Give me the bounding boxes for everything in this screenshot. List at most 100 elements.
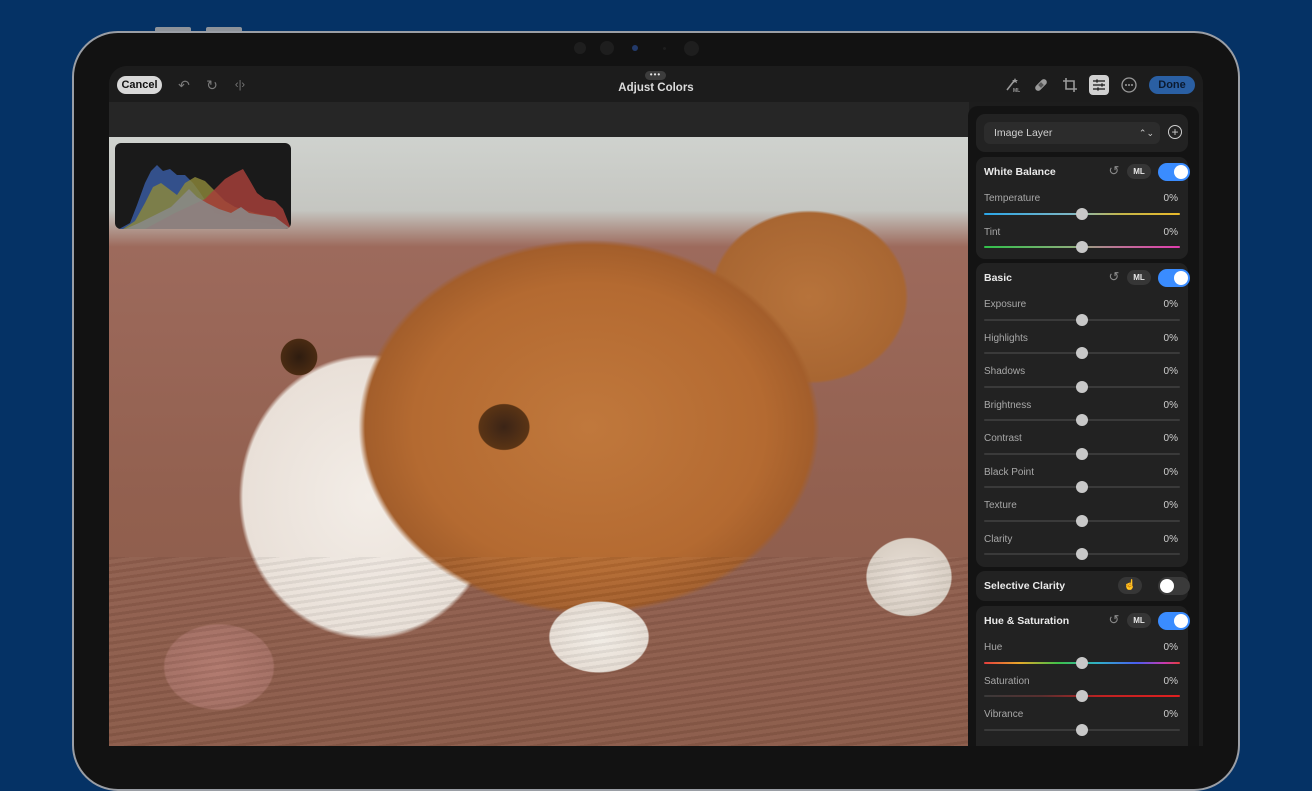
black-point-slider[interactable] (984, 481, 1180, 493)
svg-text:ML: ML (1013, 88, 1020, 94)
slider-label: Contrast (984, 433, 1022, 444)
slider-label: Hue (984, 642, 1003, 653)
slider-label: Highlights (984, 333, 1028, 344)
histogram (115, 143, 291, 229)
ml-button[interactable]: ML (1127, 164, 1151, 179)
bandage-repair-icon[interactable] (1031, 75, 1051, 95)
section-title: Selective Clarity (984, 580, 1066, 592)
compare-split-icon[interactable]: ‹|› (230, 75, 250, 95)
slider-value: 0% (1163, 366, 1178, 377)
toggle-knob (1174, 165, 1188, 179)
camera-indicator (632, 45, 638, 51)
slider-value: 0% (1163, 433, 1178, 444)
brightness-slider[interactable] (984, 414, 1180, 426)
adjustments-panel: Image Layer ⌃⌄ + White Balance ↺ ML Temp… (968, 106, 1199, 746)
slider-value: 0% (1163, 227, 1178, 238)
toggle-knob (1174, 614, 1188, 628)
section-selective-clarity: Selective Clarity ☝ (976, 571, 1190, 601)
slider-thumb[interactable] (1076, 657, 1088, 669)
slider-value: 0% (1163, 534, 1178, 545)
ml-button[interactable]: ML (1127, 613, 1151, 628)
section-title: Basic (984, 272, 1013, 284)
slider-value: 0% (1163, 676, 1178, 687)
reset-icon[interactable]: ↺ (1106, 269, 1122, 285)
layer-select-value: Image Layer (994, 127, 1053, 139)
camera-sensor (600, 41, 614, 55)
slider-label: Temperature (984, 193, 1041, 204)
slider-thumb[interactable] (1076, 690, 1088, 702)
section-toggle[interactable] (1158, 269, 1190, 287)
section-toggle[interactable] (1158, 577, 1190, 595)
shadows-slider[interactable] (984, 381, 1180, 393)
cancel-button[interactable]: Cancel (117, 76, 162, 94)
slider-thumb[interactable] (1076, 314, 1088, 326)
slider-thumb[interactable] (1076, 448, 1088, 460)
slider-value: 0% (1163, 467, 1178, 478)
undo-icon[interactable]: ↶ (174, 75, 194, 95)
contrast-slider[interactable] (984, 448, 1180, 460)
section-toggle[interactable] (1158, 163, 1190, 181)
slider-thumb[interactable] (1076, 724, 1088, 736)
reset-icon[interactable]: ↺ (1106, 163, 1122, 179)
done-button[interactable]: Done (1149, 76, 1195, 94)
crop-icon[interactable] (1060, 75, 1080, 95)
toggle-knob (1174, 271, 1188, 285)
slider-value: 0% (1163, 642, 1178, 653)
slider-value: 0% (1163, 500, 1178, 511)
slider-thumb[interactable] (1076, 548, 1088, 560)
slider-value: 0% (1163, 709, 1178, 720)
toolbar: Cancel ↶ ↻ ‹|› ••• Adjust Colors ML Done (109, 66, 1203, 102)
temperature-slider[interactable] (984, 208, 1180, 220)
highlights-slider[interactable] (984, 347, 1180, 359)
slider-label: Brightness (984, 400, 1032, 411)
slider-label: Vibrance (984, 709, 1024, 720)
app-screen: Cancel ↶ ↻ ‹|› ••• Adjust Colors ML Done (109, 66, 1203, 746)
camera-sensor (574, 42, 586, 54)
more-ellipsis-icon[interactable] (1119, 75, 1139, 95)
camera-sensor (663, 47, 666, 50)
layer-select[interactable]: Image Layer ⌃⌄ (984, 122, 1160, 144)
slider-thumb[interactable] (1076, 208, 1088, 220)
slider-label: Exposure (984, 299, 1027, 310)
slider-thumb[interactable] (1076, 414, 1088, 426)
reset-icon[interactable]: ↺ (1106, 612, 1122, 628)
magic-wand-ml-icon[interactable]: ML (1002, 75, 1022, 95)
slider-thumb[interactable] (1076, 347, 1088, 359)
camera-lens (684, 41, 699, 56)
section-hue-saturation: Hue & Saturation ↺ ML Hue 0% Saturation … (976, 606, 1190, 746)
page-title: Adjust Colors (618, 82, 694, 94)
histogram-graph (119, 165, 291, 229)
slider-value: 0% (1163, 333, 1178, 344)
section-basic: Basic ↺ ML Exposure 0% Highlights 0% Sha… (976, 263, 1190, 567)
revert-icon[interactable]: ↻ (202, 75, 222, 95)
slider-label: Shadows (984, 366, 1026, 377)
vibrance-slider[interactable] (984, 724, 1180, 736)
slider-thumb[interactable] (1076, 515, 1088, 527)
slider-value: 0% (1163, 299, 1178, 310)
texture-slider[interactable] (984, 515, 1180, 527)
grabber-handle[interactable]: ••• (645, 71, 666, 80)
slider-thumb[interactable] (1076, 481, 1088, 493)
tint-slider[interactable] (984, 241, 1180, 253)
saturation-slider[interactable] (984, 690, 1180, 702)
section-white-balance: White Balance ↺ ML Temperature 0% Tint 0… (976, 157, 1190, 259)
slider-thumb[interactable] (1076, 381, 1088, 393)
slider-value: 0% (1163, 400, 1178, 411)
adjust-sliders-icon[interactable] (1089, 75, 1109, 95)
exposure-slider[interactable] (984, 314, 1180, 326)
photo-texture (109, 557, 969, 746)
canvas-area (109, 102, 969, 746)
section-toggle[interactable] (1158, 612, 1190, 630)
slider-label: Saturation (984, 676, 1030, 687)
brush-hand-icon[interactable]: ☝ (1118, 577, 1142, 594)
slider-label: Black Point (984, 467, 1035, 478)
chevron-up-down-icon: ⌃⌄ (1138, 128, 1154, 138)
hue-slider[interactable] (984, 657, 1180, 669)
section-title: White Balance (984, 166, 1056, 178)
layer-card: Image Layer ⌃⌄ + (976, 114, 1188, 152)
slider-value: 0% (1163, 193, 1178, 204)
ml-button[interactable]: ML (1127, 270, 1151, 285)
clarity-slider[interactable] (984, 548, 1180, 560)
slider-thumb[interactable] (1076, 241, 1088, 253)
add-layer-icon[interactable]: + (1168, 125, 1182, 139)
